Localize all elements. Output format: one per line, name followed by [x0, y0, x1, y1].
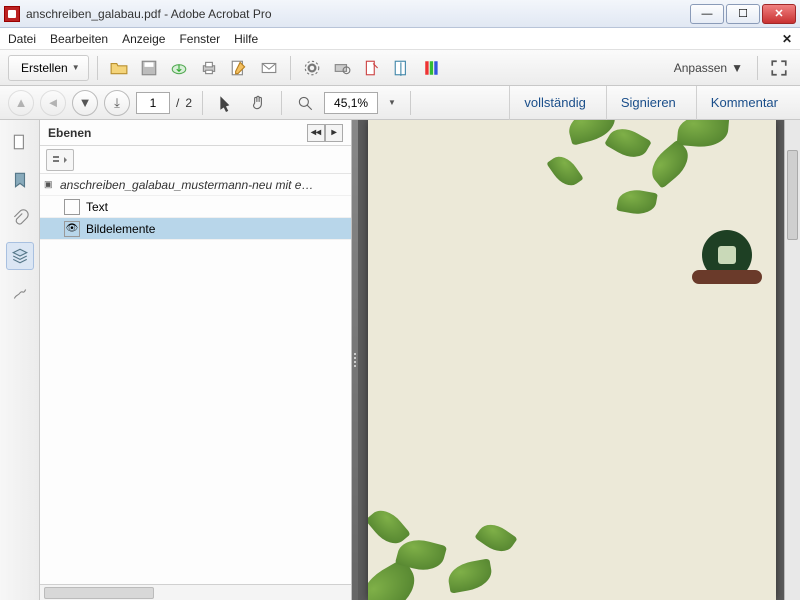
layer-root-name: anschreiben_galabau_mustermann-neu mit e…	[60, 178, 347, 192]
page-total: 2	[185, 96, 192, 110]
zoom-input[interactable]	[324, 92, 378, 114]
tools-panel-button[interactable]: vollständig	[509, 86, 599, 120]
menu-edit[interactable]: Bearbeiten	[50, 32, 108, 46]
maximize-button[interactable]: ☐	[726, 4, 760, 24]
cloud-button[interactable]	[166, 55, 192, 81]
layer-label: Text	[86, 200, 108, 214]
panel-prev-button[interactable]: ◂◂	[307, 124, 325, 142]
vertical-scrollbar[interactable]	[784, 120, 800, 600]
zoom-marquee-button[interactable]	[292, 90, 318, 116]
divider	[97, 56, 98, 80]
side-rail	[0, 120, 40, 600]
touchup-button[interactable]	[359, 55, 385, 81]
attachments-tab[interactable]	[6, 204, 34, 232]
fullscreen-button[interactable]	[766, 55, 792, 81]
customize-label: Anpassen	[674, 61, 727, 75]
print-production-button[interactable]	[329, 55, 355, 81]
customize-button[interactable]: Anpassen ▼	[668, 61, 749, 75]
document-viewport[interactable]	[358, 120, 800, 600]
layers-panel: Ebenen ◂◂ ▸ ▣ anschreiben_galabau_muster…	[40, 120, 352, 600]
object-button[interactable]	[389, 55, 415, 81]
main-area: Ebenen ◂◂ ▸ ▣ anschreiben_galabau_muster…	[0, 120, 800, 600]
menu-window[interactable]: Fenster	[179, 32, 220, 46]
visibility-toggle[interactable]	[64, 199, 80, 215]
layers-tab[interactable]	[6, 242, 34, 270]
document-area	[352, 120, 800, 600]
next-page-button[interactable]: ▼	[72, 90, 98, 116]
chevron-down-icon: ▼	[72, 63, 80, 72]
layers-title: Ebenen	[48, 126, 91, 140]
edit-button[interactable]	[226, 55, 252, 81]
menu-view[interactable]: Anzeige	[122, 32, 165, 46]
navbar: ▲ ◄ ▼ ⤓ / 2 ▼ vollständig Signieren Komm…	[0, 86, 800, 120]
divider	[202, 91, 203, 115]
layer-root-row[interactable]: ▣ anschreiben_galabau_mustermann-neu mit…	[40, 174, 351, 196]
scroll-thumb[interactable]	[44, 587, 154, 599]
open-button[interactable]	[106, 55, 132, 81]
app-icon	[4, 6, 20, 22]
email-button[interactable]	[256, 55, 282, 81]
logo-ribbon	[692, 270, 762, 284]
menubar: Datei Bearbeiten Anzeige Fenster Hilfe ✕	[0, 28, 800, 50]
signatures-tab[interactable]	[6, 280, 34, 308]
page-input[interactable]	[136, 92, 170, 114]
print-button[interactable]	[196, 55, 222, 81]
window-title: anschreiben_galabau.pdf - Adobe Acrobat …	[26, 7, 690, 21]
pdf-page	[368, 120, 776, 600]
layer-tree: ▣ anschreiben_galabau_mustermann-neu mit…	[40, 174, 351, 584]
divider	[410, 91, 411, 115]
visibility-toggle[interactable]: 👁	[64, 221, 80, 237]
page-up-button[interactable]: ▲	[8, 90, 34, 116]
zoom-dropdown[interactable]: ▼	[384, 98, 400, 107]
sign-panel-button[interactable]: Signieren	[606, 86, 690, 120]
scroll-thumb[interactable]	[787, 150, 798, 240]
minimize-button[interactable]: —	[690, 4, 724, 24]
prev-page-button[interactable]: ◄	[40, 90, 66, 116]
create-label: Erstellen	[21, 61, 68, 75]
create-button[interactable]: + Erstellen ▼	[8, 55, 89, 81]
layers-options	[40, 146, 351, 174]
layer-row[interactable]: Text	[40, 196, 351, 218]
panel-next-button[interactable]: ▸	[325, 124, 343, 142]
titlebar: anschreiben_galabau.pdf - Adobe Acrobat …	[0, 0, 800, 28]
divider	[757, 56, 758, 80]
panel-scrollbar[interactable]	[40, 584, 351, 600]
layer-label: Bildelemente	[86, 222, 155, 236]
divider	[281, 91, 282, 115]
layers-options-button[interactable]	[46, 149, 74, 171]
divider	[290, 56, 291, 80]
hand-tool-button[interactable]	[245, 90, 271, 116]
close-button[interactable]: ✕	[762, 4, 796, 24]
save-button[interactable]	[136, 55, 162, 81]
page-separator: /	[176, 96, 179, 110]
comment-panel-button[interactable]: Kommentar	[696, 86, 792, 120]
menu-file[interactable]: Datei	[8, 32, 36, 46]
gear-button[interactable]	[299, 55, 325, 81]
layers-header: Ebenen ◂◂ ▸	[40, 120, 351, 146]
bookmarks-tab[interactable]	[6, 166, 34, 194]
menu-close-icon[interactable]: ✕	[782, 32, 792, 46]
collapse-icon[interactable]: ▣	[44, 179, 54, 190]
color-button[interactable]	[419, 55, 445, 81]
page-down-button[interactable]: ⤓	[104, 90, 130, 116]
select-tool-button[interactable]	[213, 90, 239, 116]
toolbar: + Erstellen ▼ Anpassen ▼	[0, 50, 800, 86]
menu-help[interactable]: Hilfe	[234, 32, 258, 46]
thumbnails-tab[interactable]	[6, 128, 34, 156]
layer-row[interactable]: 👁 Bildelemente	[40, 218, 351, 240]
chevron-down-icon: ▼	[731, 61, 743, 75]
